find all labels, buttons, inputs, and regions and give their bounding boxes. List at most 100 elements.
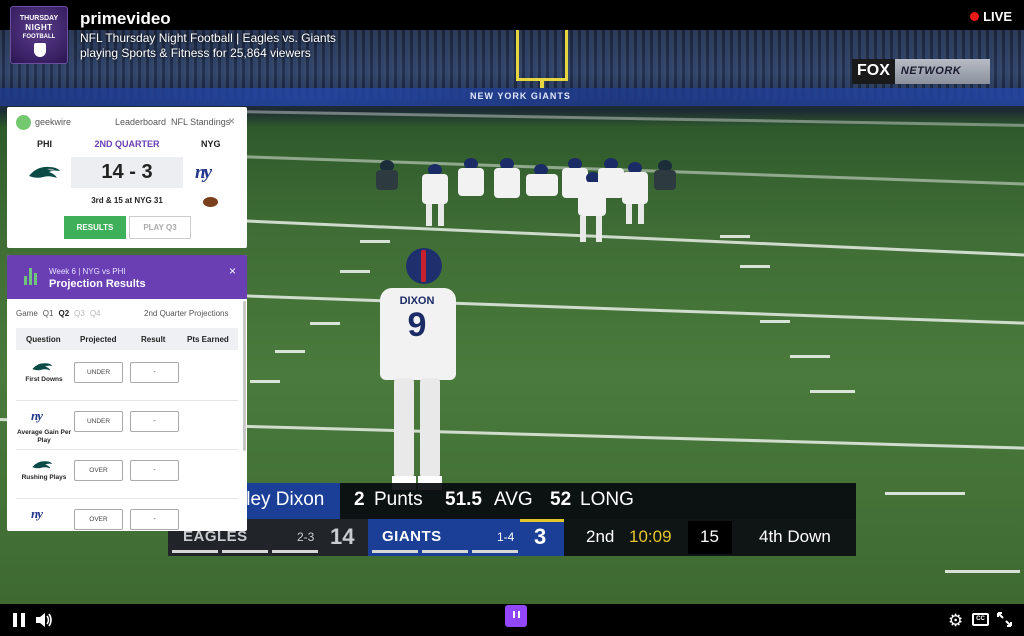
average-label: AVG	[494, 489, 533, 510]
projection-scrollbar[interactable]	[243, 301, 246, 451]
result-value: -	[130, 460, 179, 481]
hash-mark	[360, 240, 390, 243]
player-line	[372, 158, 682, 242]
result-value: -	[130, 362, 179, 383]
fox-network-bug: FOX NETWORK	[852, 59, 990, 84]
closed-captions-icon[interactable]: CC	[972, 613, 989, 626]
projection-week-label: Week 6 | NYG vs PHI	[49, 267, 126, 276]
player-name: iley Dixon	[242, 489, 325, 510]
stream-title: NFL Thursday Night Football | Eagles vs.…	[80, 31, 336, 45]
question-label: Rushing Plays	[21, 474, 67, 481]
column-question: Question	[26, 335, 61, 344]
result-value: -	[130, 509, 179, 530]
filter-q3: Q3	[74, 309, 85, 318]
timeout-marker	[222, 550, 268, 553]
hash-mark	[810, 390, 855, 393]
nfl-standings-link[interactable]: NFL Standings	[171, 117, 230, 127]
filter-game[interactable]: Game	[16, 309, 38, 318]
column-result: Result	[141, 335, 166, 344]
yard-line	[229, 110, 1024, 128]
channel-name[interactable]: primevideo	[80, 9, 171, 29]
football-icon	[203, 197, 218, 207]
twitch-icon[interactable]	[505, 605, 527, 627]
hash-mark	[885, 492, 965, 495]
hash-mark	[340, 270, 370, 273]
results-button[interactable]: RESULTS	[64, 216, 126, 239]
pause-icon[interactable]	[13, 613, 25, 627]
broadcast-score-graphic: iley Dixon 2 Punts 51.5 AVG 52 LONG EAGL…	[168, 483, 856, 556]
thursday-night-football-logo[interactable]: THURSDAY NIGHT FOOTBALL	[10, 6, 68, 64]
column-projected: Projected	[80, 335, 117, 344]
table-header: Question Projected Result Pts Earned	[16, 328, 238, 350]
home-team-abbr: PHI	[37, 139, 53, 149]
question-label: Average Gain Per Play	[17, 429, 71, 444]
projection-close-icon[interactable]: ×	[229, 264, 236, 278]
quarter-label: 2ND QUARTER	[94, 139, 160, 149]
punt-average: 51.5	[445, 489, 482, 510]
player-controls: ⚙ CC	[0, 604, 1024, 636]
giants-logo-icon: ny	[31, 506, 43, 521]
eagles-logo-icon	[29, 166, 60, 178]
eagles-logo-icon	[32, 461, 53, 469]
projected-button[interactable]: UNDER	[74, 362, 123, 383]
game-clock: 10:09	[629, 527, 672, 546]
stadium-wall-text: NEW YORK GIANTS	[470, 91, 571, 101]
punt-long: 52	[550, 489, 572, 510]
projection-panel: Week 6 | NYG vs PHI Projection Results ×…	[7, 255, 247, 531]
hash-mark	[275, 350, 305, 353]
hash-mark	[790, 355, 830, 358]
nfl-shield-icon	[34, 43, 46, 57]
game-score: 14 - 3	[71, 157, 183, 188]
fox-logo: FOX	[852, 59, 895, 84]
column-pts-earned: Pts Earned	[187, 335, 229, 344]
giants-logo-icon: ny	[195, 162, 212, 183]
bar-chart-icon	[24, 266, 38, 285]
long-label: LONG	[580, 489, 634, 510]
timeout-marker	[172, 550, 218, 553]
projected-button[interactable]: UNDER	[74, 411, 123, 432]
kicker: DIXON 9	[372, 248, 472, 508]
timeout-marker	[422, 550, 468, 553]
giants-logo-icon: ny	[31, 408, 43, 423]
result-value: -	[130, 411, 179, 432]
stream-subtitle: playing Sports & Fitness for 25,864 view…	[80, 46, 311, 60]
gear-icon[interactable]: ⚙	[948, 611, 963, 631]
projected-button[interactable]: OVER	[74, 509, 123, 530]
table-row: First Downs UNDER -	[16, 352, 238, 401]
hash-mark	[720, 235, 750, 238]
down-label: 4th Down	[759, 527, 831, 546]
live-dot-icon	[970, 12, 980, 21]
leaderboard-link[interactable]: Leaderboard	[115, 117, 166, 127]
kicker-number: 9	[407, 306, 427, 344]
eagles-score: 14	[330, 524, 355, 549]
timeout-marker	[472, 550, 518, 553]
hash-mark	[945, 570, 1020, 573]
extension-icon	[16, 115, 31, 130]
punts-label: Punts	[374, 489, 423, 510]
score-panel: geekwire Leaderboard NFL Standings × PHI…	[7, 107, 247, 248]
hash-mark	[740, 265, 770, 268]
timeout-marker	[272, 550, 318, 553]
filter-q1[interactable]: Q1	[43, 309, 54, 318]
filter-q2[interactable]: Q2	[58, 309, 69, 318]
network-label: NETWORK	[894, 59, 990, 84]
giants-score: 3	[534, 524, 547, 549]
giants-record: 1-4	[497, 530, 515, 544]
question-label: First Downs	[25, 376, 63, 383]
timeout-marker	[372, 550, 418, 553]
hash-mark	[760, 320, 790, 323]
score-panel-close-icon[interactable]: ×	[228, 114, 235, 128]
projection-title: Projection Results	[49, 278, 146, 290]
projected-button[interactable]: OVER	[74, 460, 123, 481]
goalpost	[516, 30, 568, 88]
play-q3-button[interactable]: PLAY Q3	[129, 216, 191, 239]
away-team-abbr: NYG	[201, 139, 221, 149]
play-clock: 15	[700, 527, 719, 546]
fullscreen-icon[interactable]	[997, 612, 1012, 627]
down-and-distance: 3rd & 15 at NYG 31	[91, 196, 163, 205]
volume-icon[interactable]	[35, 612, 53, 628]
table-row: ny Average Gain Per Play UNDER -	[16, 401, 238, 450]
table-row: Rushing Plays OVER -	[16, 450, 238, 499]
extension-name: geekwire	[35, 117, 72, 127]
punts-count: 2	[354, 489, 365, 510]
